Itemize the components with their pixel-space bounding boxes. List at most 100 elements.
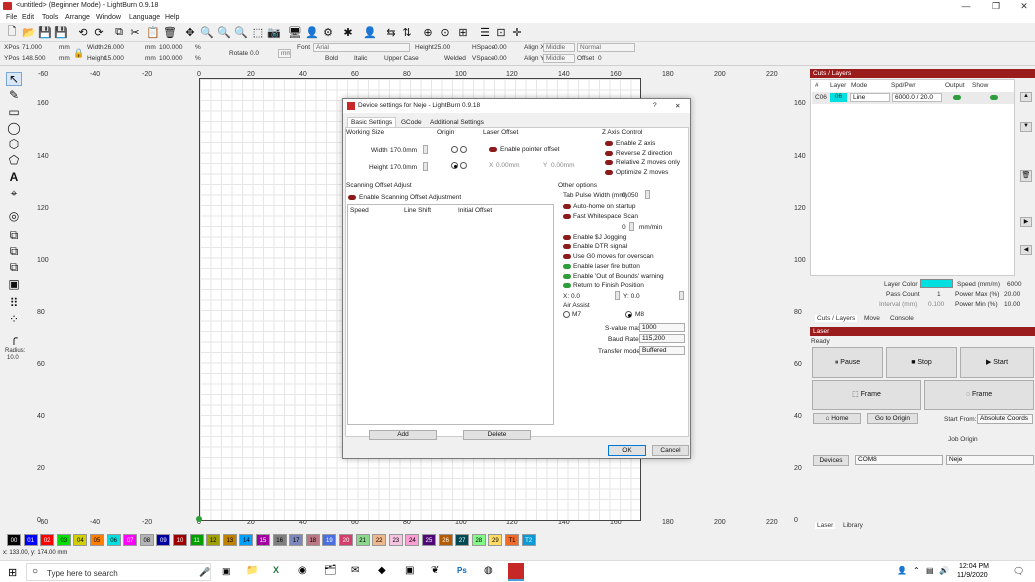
machine-settings-icon[interactable]: ✱ [341,25,355,39]
delete-button[interactable]: Delete [463,430,531,440]
palette-swatch[interactable]: 25 [422,534,436,546]
palette-swatch[interactable]: 02 [40,534,55,546]
baud-rate-select[interactable]: 115,200 [639,334,685,343]
palette-swatch[interactable]: 29 [488,534,503,546]
tab-move[interactable]: Move [864,315,880,322]
stop-button[interactable]: ■ Stop [886,347,957,378]
go-to-origin-button[interactable]: Go to Origin [867,413,918,424]
vspace-value[interactable]: 0.00 [494,55,507,62]
origin-top-left-radio[interactable] [451,146,458,153]
scale-w-value[interactable]: 100.000 [159,44,183,51]
pass-count-value[interactable]: 1 [937,291,941,298]
palette-swatch[interactable]: 03 [56,534,71,546]
zoom-out-icon[interactable]: 🔍 [234,25,248,39]
upper-case-checkbox[interactable]: Upper Case [384,55,419,62]
menu-language[interactable]: Language [129,14,160,21]
layer-output-toggle[interactable] [953,95,961,100]
frame-rect-button[interactable]: ⬚ Frame [812,380,921,410]
font-select[interactable]: Arial [313,43,410,52]
tab-pulse-spinner[interactable] [645,190,650,199]
whitespace-speed-field[interactable]: 0 [622,224,626,231]
volume-icon[interactable]: 🔊 [939,566,949,575]
optimize-z-toggle[interactable] [605,170,613,175]
cut-icon[interactable]: ✂ [128,25,142,39]
m7-radio[interactable] [563,311,570,318]
circular-array-icon[interactable]: ⁘ [6,312,22,326]
port-select[interactable]: COM8 [855,455,943,465]
align-icon[interactable]: ⊙ [438,25,452,39]
return-finish-toggle[interactable] [563,283,571,288]
ypos-value[interactable]: 148.500 [22,55,46,62]
width-value[interactable]: 26.000 [104,44,124,51]
tab-library[interactable]: Library [843,522,863,529]
array-grid-icon[interactable]: ⠿ [6,296,22,310]
grid-icon[interactable]: ⊞ [456,25,470,39]
tab-gcode[interactable]: GCode [398,118,425,127]
palette-swatch[interactable]: 06 [106,534,121,546]
camera-icon[interactable]: 📷 [267,25,281,39]
palette-swatch[interactable]: 05 [90,534,104,546]
g0-overscan-toggle[interactable] [563,254,571,259]
layer-down-button[interactable]: ▼ [1020,122,1032,132]
palette-swatch[interactable]: 11 [189,534,204,546]
menu-tools[interactable]: Tools [42,14,58,21]
new-file-icon[interactable]: 🗋 [5,25,19,39]
add-button[interactable]: Add [369,430,437,440]
reverse-z-toggle[interactable] [605,151,613,156]
clock-time[interactable]: 12:04 PM [959,563,989,570]
distribute-icon[interactable]: ☰ [478,25,492,39]
palette-swatch[interactable]: 04 [73,534,88,546]
inkscape-icon[interactable]: ◆ [378,565,386,576]
unit-toggle-button[interactable]: mm [278,49,291,58]
palette-swatch[interactable]: 28 [471,534,486,546]
tab-laser[interactable]: Laser [815,522,836,529]
fast-whitespace-toggle[interactable] [563,214,571,219]
palette-swatch[interactable]: 22 [372,534,387,546]
layer-prev-button[interactable]: ◀ [1020,245,1032,255]
redo-icon[interactable]: ⟳ [92,25,106,39]
paste-icon[interactable]: 📋 [146,25,160,39]
palette-swatch[interactable]: 00 [7,534,21,546]
clock-date[interactable]: 11/9/2020 [957,572,988,579]
palette-swatch[interactable]: 09 [156,534,171,546]
tab-pulse-field[interactable]: 0.050 [622,192,638,199]
text-mode-select[interactable]: Normal [577,43,635,52]
boolean-intersect-icon[interactable]: ⧉ [6,260,22,274]
scanning-offset-toggle[interactable] [348,195,356,200]
font-height-value[interactable]: 25.00 [434,44,450,51]
tab-additional-settings[interactable]: Additional Settings [427,118,487,127]
origin-top-right-radio[interactable] [460,146,467,153]
mirror-icon[interactable]: ⇆ [384,25,398,39]
palette-swatch[interactable]: 17 [289,534,304,546]
whitespace-speed-spinner[interactable] [629,222,634,231]
text-tool-icon[interactable]: A [6,170,22,184]
mail-icon[interactable]: ✉ [351,565,359,576]
palette-swatch[interactable]: 26 [438,534,453,546]
return-y-spinner[interactable] [679,291,684,300]
layer-up-button[interactable]: ▲ [1020,92,1032,102]
user-settings-icon[interactable]: 👤 [363,25,377,39]
palette-swatch[interactable]: 24 [405,534,420,546]
layer-mode-select[interactable]: Line [850,93,890,102]
tab-cuts-layers[interactable]: Cuts / Layers [815,315,858,322]
offset-x-field[interactable]: 0.00mm [496,162,519,169]
return-x-spinner[interactable] [615,291,620,300]
auto-home-toggle[interactable] [563,204,571,209]
palette-swatch[interactable]: T1 [505,534,519,546]
maximize-button[interactable]: ❐ [985,0,1007,12]
speed-value[interactable]: 6000 [1007,281,1021,288]
offset-value[interactable]: 0 [598,55,602,62]
height-value[interactable]: 15.000 [104,55,124,62]
pentagon-icon[interactable]: ⬠ [6,153,22,167]
origin-bottom-left-radio[interactable] [451,162,458,169]
width-field[interactable]: 170.0mm [390,147,417,154]
close-window-button[interactable]: ✕ [1013,0,1035,12]
device-select[interactable]: Neje [946,455,1034,465]
dialog-help-button[interactable]: ? [653,102,657,109]
palette-swatch[interactable]: 16 [272,534,287,546]
menu-help[interactable]: Help [165,14,179,21]
palette-swatch[interactable]: 14 [239,534,254,546]
return-x-field[interactable]: X: 0.0 [563,293,580,300]
pen-icon[interactable]: ✎ [6,88,22,102]
palette-swatch[interactable]: 23 [388,534,403,546]
